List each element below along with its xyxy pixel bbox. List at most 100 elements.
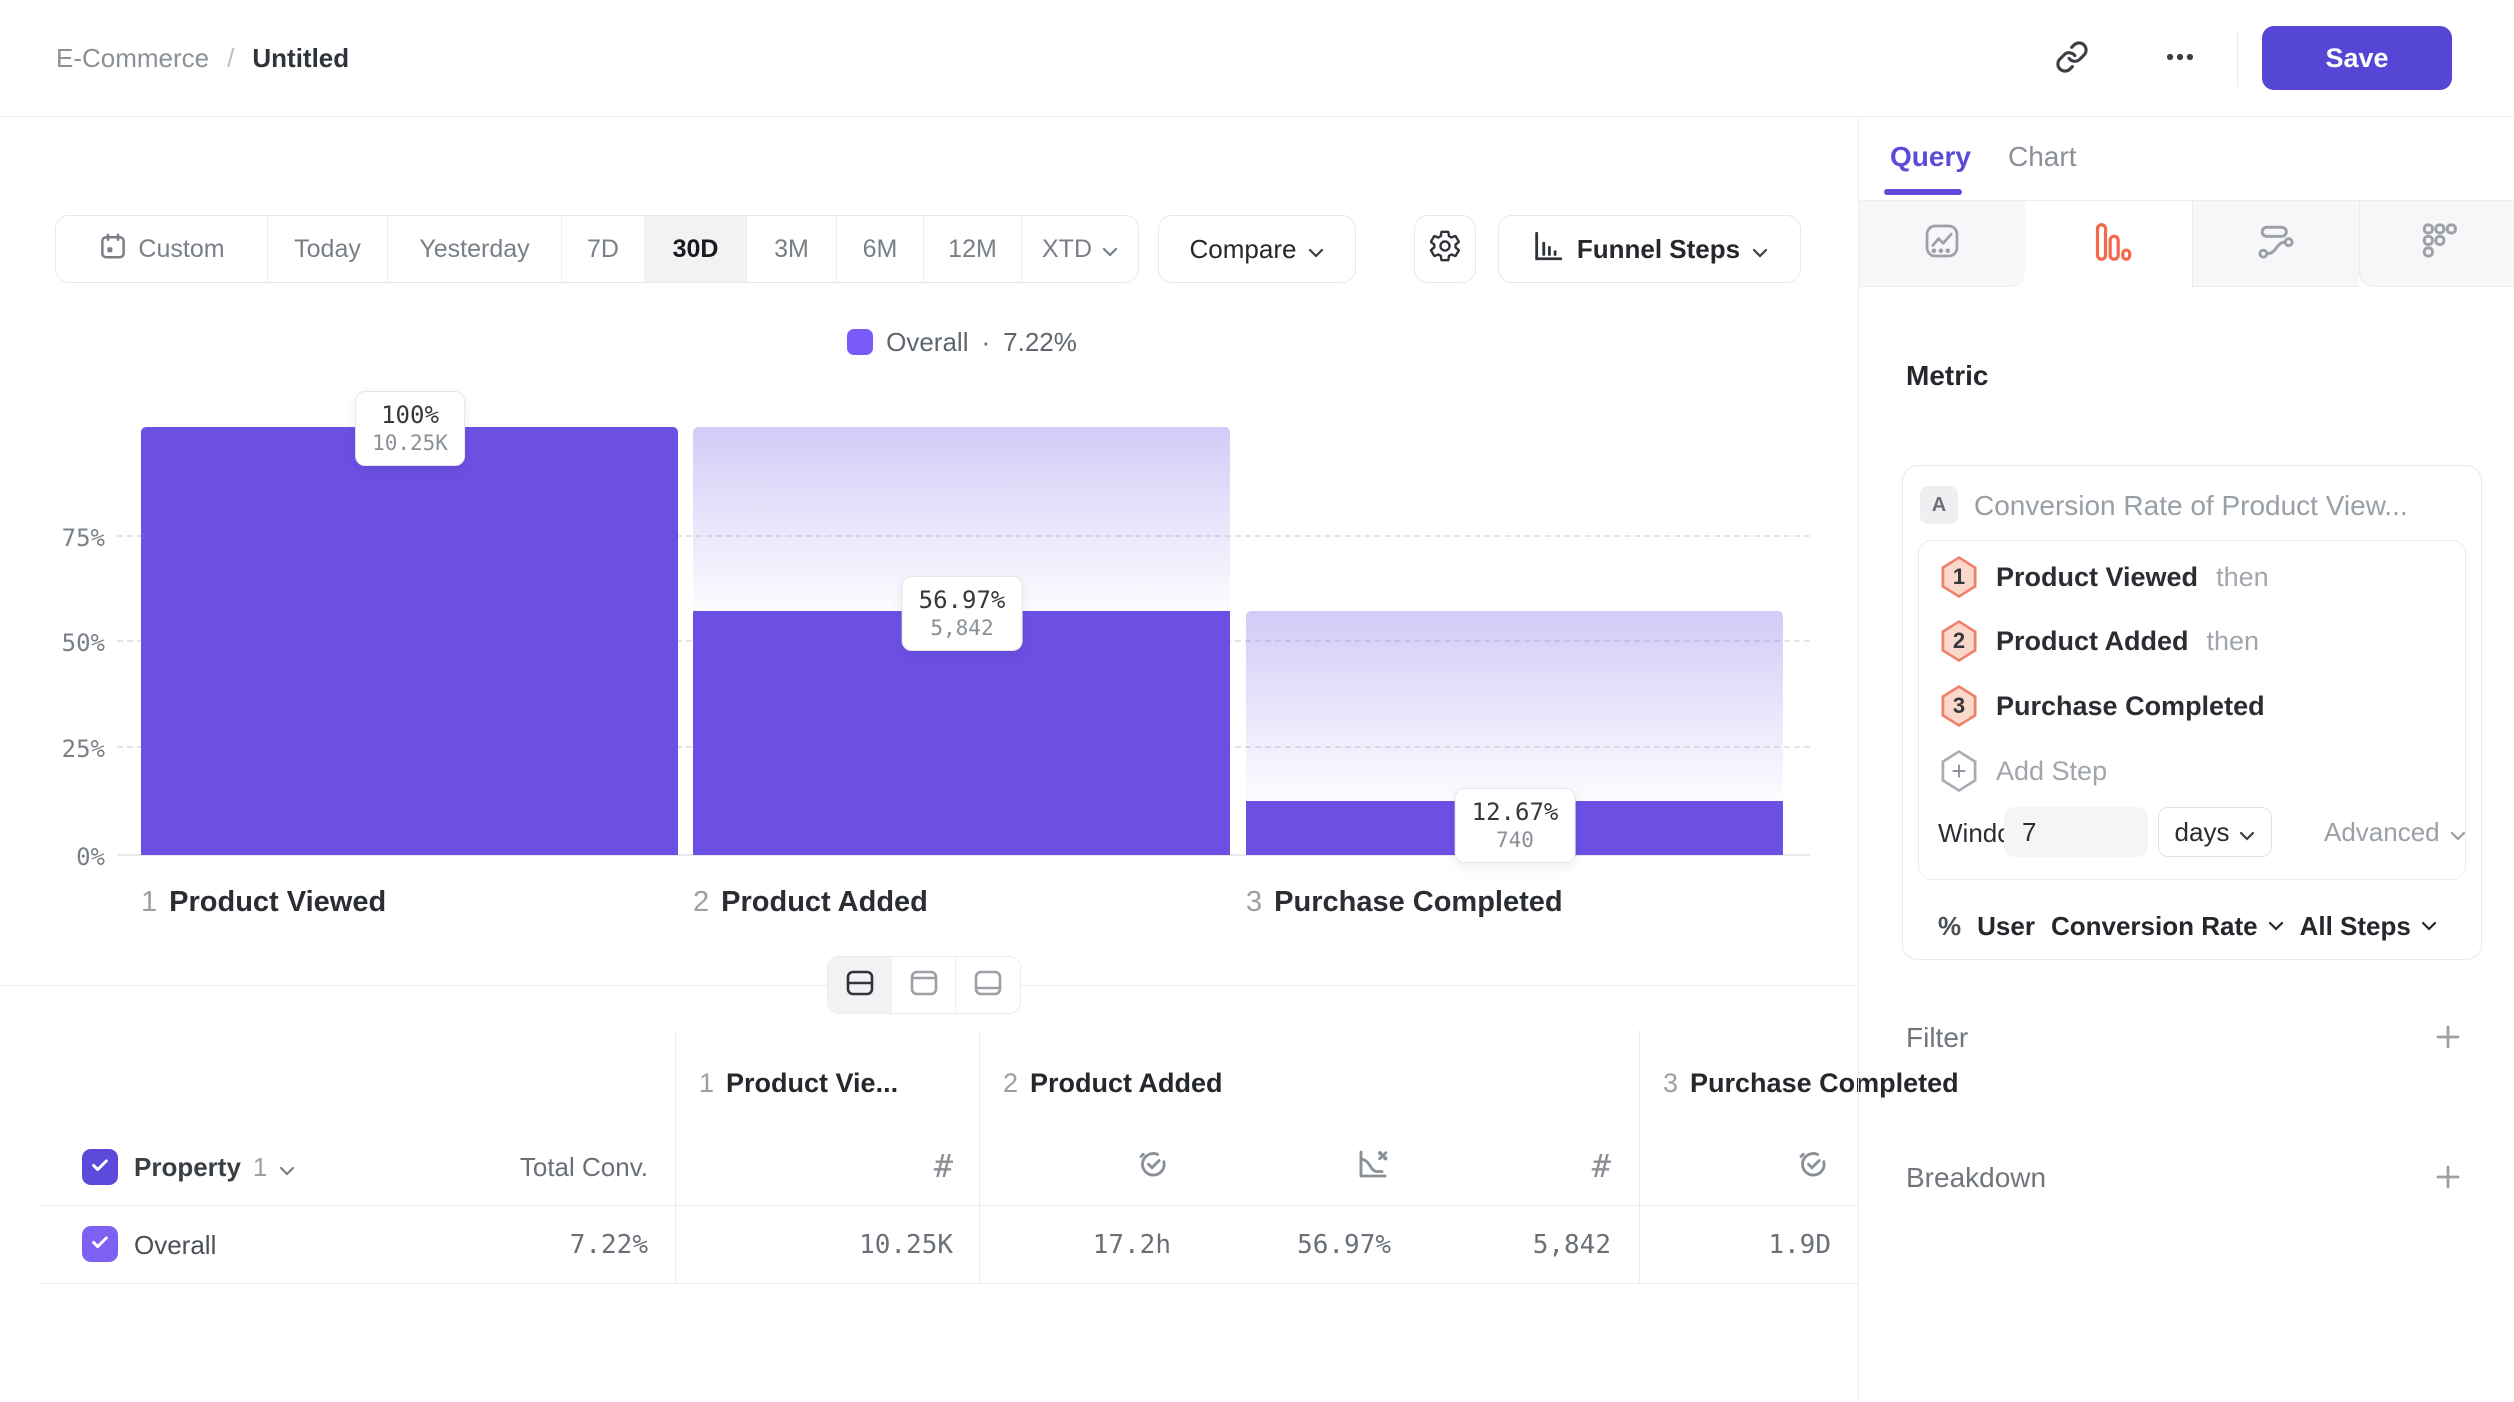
funnel-report-app: E-Commerce / Untitled Save	[0, 0, 2514, 1402]
save-button[interactable]: Save	[2262, 26, 2452, 90]
chart-type-button[interactable]: Funnel Steps	[1498, 215, 1801, 283]
step-3-event-name: Purchase Completed	[1996, 691, 2265, 722]
range-12m-button[interactable]: 12M	[924, 216, 1022, 282]
chart-type-tabbar	[1859, 201, 2514, 287]
range-yesterday-button[interactable]: Yesterday	[388, 216, 562, 282]
gear-icon	[1428, 229, 1462, 270]
add-breakdown-button[interactable]	[2424, 1154, 2472, 1202]
row-name[interactable]: Overall	[134, 1230, 216, 1261]
hash-icon: #	[934, 1147, 953, 1185]
step3-axis-label: 3 Purchase Completed	[1246, 884, 1563, 920]
measure-entity[interactable]: User	[1977, 911, 2035, 942]
table-header-border	[40, 1205, 1858, 1206]
chevron-down-icon	[1308, 234, 1324, 265]
query-step-1[interactable]: 1 Product Viewed then	[1940, 556, 2269, 598]
select-all-checkbox[interactable]	[82, 1149, 118, 1185]
funnel-bar-step1[interactable]	[141, 427, 678, 855]
step2-axis-label: 2 Product Added	[693, 884, 928, 920]
column-time-header-3[interactable]	[1639, 1146, 1831, 1186]
column-time-header-2[interactable]	[979, 1146, 1171, 1186]
measure-scope-dropdown[interactable]: All Steps	[2300, 911, 2437, 942]
add-step-hexagon: +	[1940, 750, 1978, 792]
tooltip-step3: 12.67% 740	[1455, 788, 1576, 863]
chart-legend[interactable]: Overall · 7.22%	[141, 323, 1783, 361]
plus-icon: +	[1943, 753, 1975, 789]
tooltip-step1: 100% 10.25K	[355, 391, 465, 466]
query-step-2[interactable]: 2 Product Added then	[1940, 620, 2259, 662]
advanced-dropdown[interactable]: Advanced	[2324, 814, 2466, 850]
row-step1-count: 10.25K	[675, 1230, 953, 1260]
range-custom-label: Custom	[138, 235, 224, 264]
table-group-header-1[interactable]: 1 Product Vie...	[699, 1066, 898, 1100]
range-custom-button[interactable]: Custom	[56, 216, 268, 282]
compare-button[interactable]: Compare	[1158, 215, 1356, 283]
group3-number: 3	[1663, 1068, 1678, 1099]
y-axis-tick-75: 75%	[33, 524, 105, 552]
column-count-header-2[interactable]: #	[1419, 1146, 1611, 1186]
legend-swatch	[847, 329, 873, 355]
range-30d-button[interactable]: 30D	[645, 216, 747, 282]
layout-chart-bottom-button[interactable]	[956, 957, 1020, 1013]
row-checkbox[interactable]	[82, 1226, 118, 1262]
charttype-flows-tab[interactable]	[2192, 201, 2359, 287]
query-step-3[interactable]: 3 Purchase Completed	[1940, 685, 2283, 727]
add-filter-button[interactable]	[2424, 1014, 2472, 1062]
add-step-row[interactable]: + Add Step	[1940, 750, 2107, 792]
legend-series-label: Overall	[886, 327, 968, 358]
property-column-header[interactable]: Property 1	[134, 1149, 295, 1185]
range-3m-button[interactable]: 3M	[747, 216, 837, 282]
chevron-down-icon	[2450, 817, 2466, 848]
tooltip-step3-count: 740	[1472, 827, 1559, 854]
layout-split-icon	[844, 969, 876, 1002]
row-total-conv: 7.22%	[400, 1230, 648, 1260]
breadcrumb-separator: /	[227, 43, 234, 74]
range-xtd-button[interactable]: XTD	[1022, 216, 1138, 282]
layout-chart-bottom-icon	[972, 969, 1004, 1002]
tooltip-step2-count: 5,842	[919, 615, 1006, 642]
tab-chart[interactable]: Chart	[2008, 141, 2076, 173]
table-group-header-3[interactable]: 3 Purchase Completed	[1663, 1066, 1959, 1100]
chart-settings-button[interactable]	[1414, 215, 1476, 283]
step2-name: Product Added	[721, 886, 928, 919]
top-bar: E-Commerce / Untitled Save	[0, 0, 2514, 117]
link-icon	[2055, 40, 2089, 77]
dot-grid-icon	[2414, 218, 2460, 269]
range-xtd-label: XTD	[1042, 235, 1092, 264]
metric-badge: A	[1920, 486, 1958, 524]
range-today-button[interactable]: Today	[268, 216, 388, 282]
metric-title[interactable]: Conversion Rate of Product View...	[1974, 490, 2408, 522]
charttype-funnel-tab[interactable]	[2025, 201, 2192, 287]
column-conversion-header-2[interactable]	[1199, 1146, 1391, 1186]
range-7d-button[interactable]: 7D	[562, 216, 645, 282]
window-value-input[interactable]	[2004, 807, 2148, 857]
breadcrumb-project[interactable]: E-Commerce	[56, 43, 209, 74]
row-step2-count: 5,842	[1419, 1230, 1611, 1260]
step-3-badge-number: 3	[1943, 688, 1975, 724]
total-conv-header[interactable]: Total Conv.	[400, 1152, 648, 1183]
layout-toggle-group	[827, 956, 1021, 1014]
charttype-retention-tab[interactable]	[2359, 201, 2514, 287]
tab-query[interactable]: Query	[1890, 141, 1971, 173]
range-6m-button[interactable]: 6M	[837, 216, 924, 282]
share-link-button[interactable]	[2048, 34, 2096, 82]
step3-name: Purchase Completed	[1274, 886, 1562, 919]
charttype-trends-tab[interactable]	[1859, 201, 2025, 287]
step-1-then-label: then	[2216, 562, 2269, 593]
funnel-bars-icon	[2086, 219, 2132, 270]
conversion-chart-icon	[1355, 1146, 1391, 1187]
legend-separator: ·	[981, 327, 990, 358]
y-axis-tick-25: 25%	[33, 735, 105, 763]
property-header-index: 1	[253, 1152, 267, 1183]
measure-metric-label: Conversion Rate	[2051, 911, 2258, 942]
filter-heading: Filter	[1906, 1022, 1968, 1054]
layout-chart-top-button[interactable]	[892, 957, 956, 1013]
table-group-header-2[interactable]: 2 Product Added	[1003, 1066, 1223, 1100]
step1-name: Product Viewed	[169, 886, 386, 919]
window-unit-select[interactable]: days	[2158, 807, 2272, 857]
layout-split-button[interactable]	[828, 957, 892, 1013]
more-actions-button[interactable]	[2156, 34, 2204, 82]
breakdown-heading: Breakdown	[1906, 1162, 2046, 1194]
breadcrumb-title[interactable]: Untitled	[252, 43, 349, 74]
column-count-header-1[interactable]: #	[675, 1146, 953, 1186]
measure-metric-dropdown[interactable]: Conversion Rate	[2051, 911, 2284, 942]
